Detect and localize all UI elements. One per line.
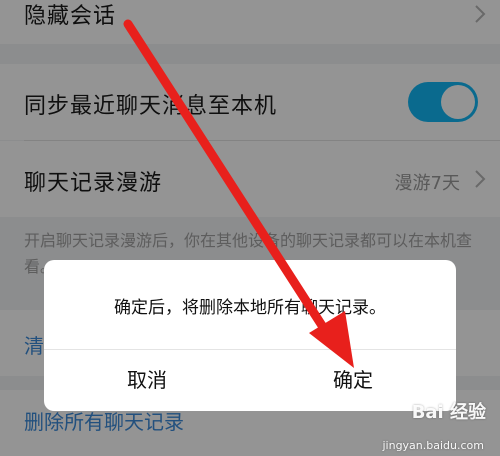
- dialog-message: 确定后，将删除本地所有聊天记录。: [114, 298, 386, 318]
- cancel-button[interactable]: 取消: [44, 350, 250, 411]
- watermark-logo: Bai 经验: [411, 402, 486, 423]
- confirm-dialog: 确定后，将删除本地所有聊天记录。 取消 确定: [44, 260, 456, 411]
- watermark: Bai 经验 jingyan.baidu.com: [372, 398, 492, 452]
- watermark-url: jingyan.baidu.com: [382, 439, 484, 452]
